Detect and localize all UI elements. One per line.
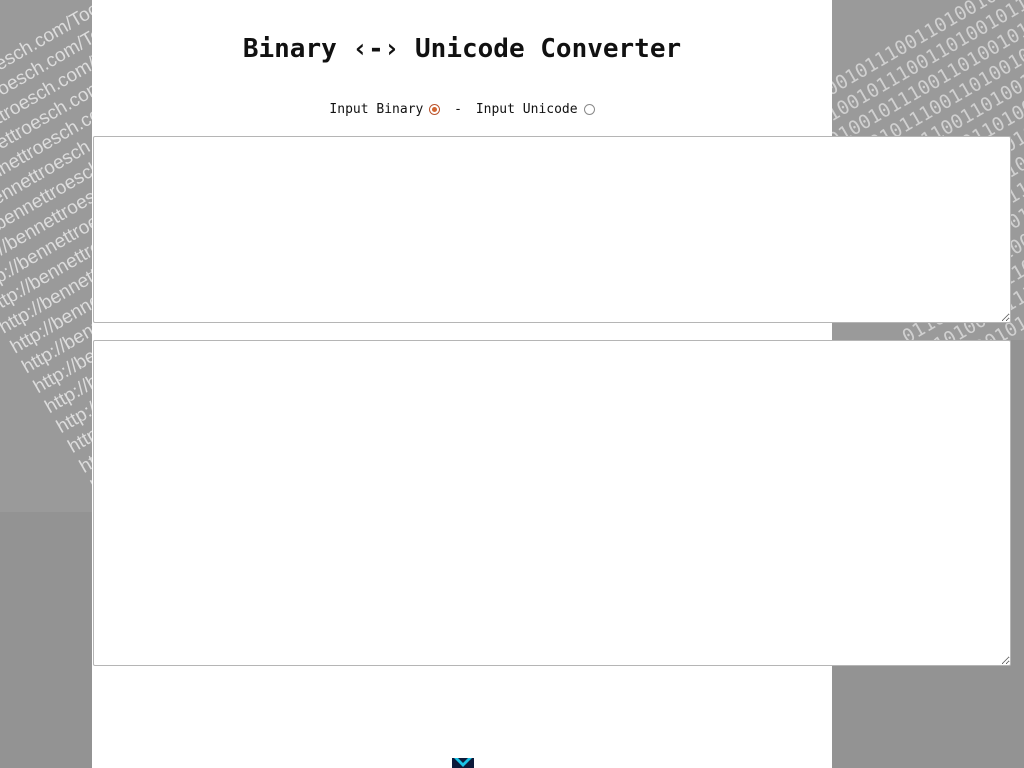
input-binary-option[interactable]: Input Binary bbox=[329, 102, 441, 117]
page-title: Binary ‹-› Unicode Converter bbox=[242, 34, 682, 64]
input-unicode-label: Input Unicode bbox=[475, 102, 578, 117]
mode-selector: Input Binary - Input Unicode bbox=[92, 102, 832, 117]
background-watermark-left: http://bennettroesch.com/Tools/BinaryUni… bbox=[0, 0, 92, 512]
input-binary-label: Input Binary bbox=[329, 102, 424, 117]
input-unicode-radio[interactable] bbox=[583, 104, 595, 115]
output-textarea[interactable] bbox=[93, 340, 1011, 666]
input-binary-radio[interactable] bbox=[429, 104, 441, 115]
input-unicode-option[interactable]: Input Unicode bbox=[476, 102, 595, 117]
mode-separator: - bbox=[454, 102, 462, 117]
input-textarea[interactable] bbox=[93, 136, 1011, 323]
hourglass-logo-icon[interactable] bbox=[452, 758, 474, 768]
watermark-text: http://bennettroesch.com/Tools/BinaryUni… bbox=[0, 0, 92, 498]
